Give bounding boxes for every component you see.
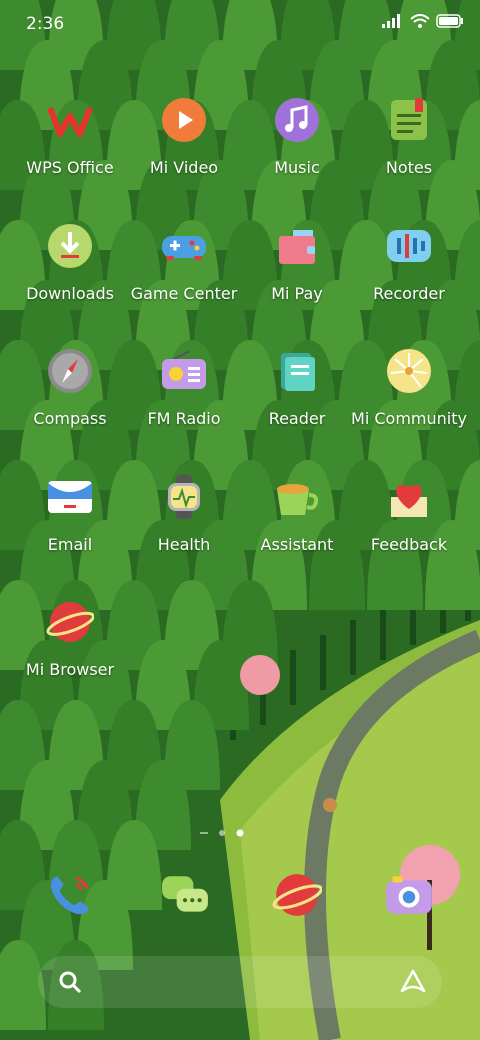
download-icon: [48, 224, 92, 268]
app-game-center[interactable]: Game Center: [127, 222, 241, 322]
search-icon[interactable]: [58, 970, 82, 994]
app-label: Email: [47, 535, 93, 554]
status-bar: 2:36: [0, 0, 480, 50]
planet-icon: [46, 602, 94, 642]
status-icons: [382, 14, 464, 28]
assistant-voice-icon[interactable]: [400, 969, 426, 995]
app-label: Mi Community: [351, 409, 467, 428]
battery-icon: [436, 14, 463, 28]
app-mi-video[interactable]: Mi Video: [127, 96, 241, 196]
app-email[interactable]: Email: [13, 473, 127, 573]
radio-icon: [162, 350, 206, 389]
dandelion-icon: [387, 349, 431, 393]
messages-icon[interactable]: [160, 870, 210, 920]
app-label: Feedback: [370, 535, 448, 554]
app-recorder[interactable]: Recorder: [352, 222, 466, 322]
app-notes[interactable]: Notes: [352, 96, 466, 196]
app-fm-radio[interactable]: FM Radio: [127, 347, 241, 447]
music-note-icon: [275, 98, 319, 142]
gamepad-icon: [162, 236, 206, 260]
recorder-icon: [387, 230, 431, 262]
cup-icon: [277, 484, 319, 515]
status-time: 2:36: [26, 14, 65, 34]
app-label: WPS Office: [26, 158, 114, 177]
app-label: Compass: [33, 409, 107, 428]
notes-icon: [391, 98, 427, 140]
app-label: Mi Browser: [25, 660, 115, 679]
app-label: Mi Pay: [271, 284, 323, 303]
health-watch-icon: [168, 475, 200, 519]
app-health[interactable]: Health: [127, 473, 241, 573]
app-mi-browser[interactable]: Mi Browser: [13, 598, 127, 698]
wps-office-icon: [47, 106, 93, 137]
app-label: Recorder: [373, 284, 445, 303]
app-label: Game Center: [130, 284, 238, 303]
app-label: Notes: [385, 158, 433, 177]
app-label: Health: [157, 535, 211, 554]
wifi-icon: [410, 14, 430, 28]
compass-icon: [48, 349, 92, 393]
app-assistant[interactable]: Assistant: [240, 473, 354, 573]
app-label: Music: [274, 158, 320, 177]
app-label: Downloads: [26, 284, 114, 303]
app-label: Reader: [268, 409, 326, 428]
app-compass[interactable]: Compass: [13, 347, 127, 447]
search-bar[interactable]: [38, 956, 442, 1008]
app-mi-community[interactable]: Mi Community: [351, 347, 467, 447]
app-wps-office[interactable]: WPS Office: [13, 96, 127, 196]
play-icon: [162, 98, 206, 142]
signal-icon: [382, 14, 400, 28]
app-mi-pay[interactable]: Mi Pay: [240, 222, 354, 322]
book-icon: [281, 353, 315, 391]
app-downloads[interactable]: Downloads: [13, 222, 127, 322]
app-reader[interactable]: Reader: [240, 347, 354, 447]
app-feedback[interactable]: Feedback: [352, 473, 466, 573]
heart-box-icon: [391, 485, 427, 517]
phone-icon[interactable]: [45, 870, 95, 920]
camera-icon[interactable]: [384, 870, 434, 920]
app-grid: WPS Office Mi Video Music Notes Download…: [0, 0, 480, 1040]
page-indicator: [200, 829, 244, 837]
browser-planet-icon[interactable]: [272, 870, 322, 920]
envelope-icon: [48, 481, 92, 513]
app-label: Assistant: [260, 535, 334, 554]
app-music[interactable]: Music: [240, 96, 354, 196]
app-label: Mi Video: [149, 158, 219, 177]
app-label: FM Radio: [147, 409, 221, 428]
wallet-icon: [279, 230, 315, 264]
